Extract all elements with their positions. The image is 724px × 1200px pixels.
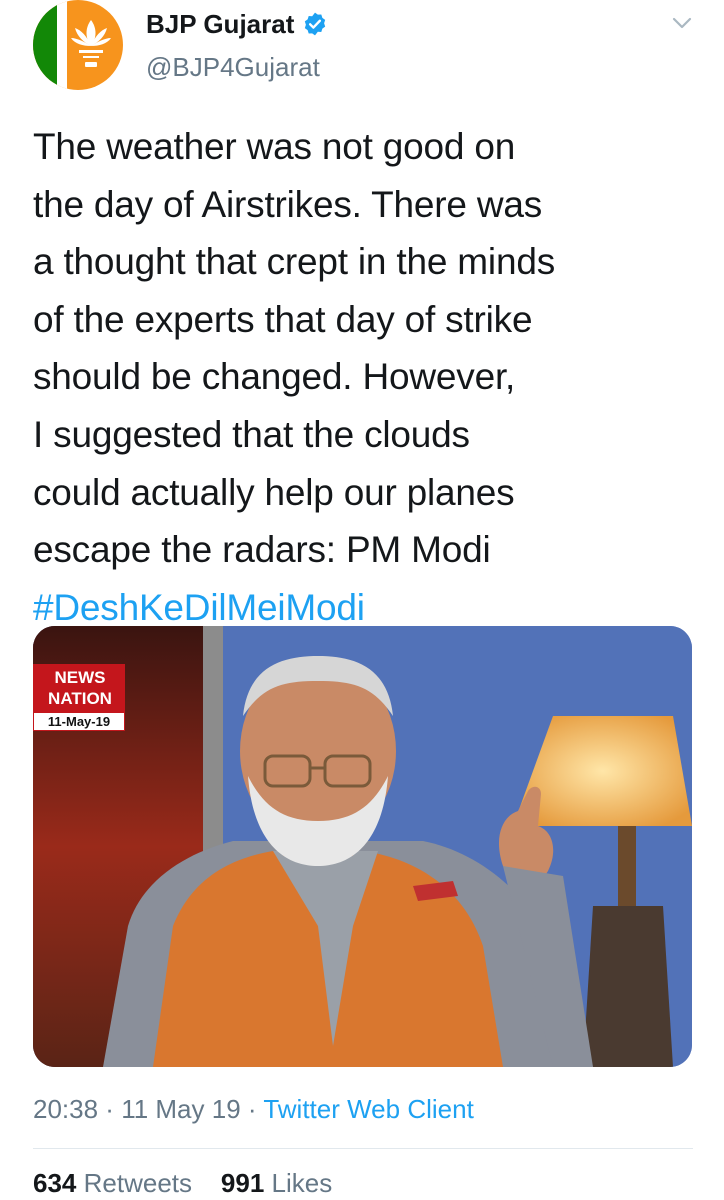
tweet-text-line: a thought that crept in the minds [33, 241, 556, 283]
divider [33, 1148, 693, 1149]
tweet-text-line: should be changed. However, [33, 356, 516, 398]
tweet-media-image[interactable]: NEWS NATION 11-May-19 [33, 626, 692, 1067]
tweet-meta: 20:38 · 11 May 19 · Twitter Web Client [33, 1094, 474, 1125]
tweet-date[interactable]: 11 May 19 [121, 1094, 240, 1124]
chevron-down-icon[interactable] [670, 14, 694, 32]
tweet-text-line: I suggested that the clouds [33, 413, 470, 455]
retweets-label: Retweets [83, 1168, 193, 1198]
broadcast-date-tag: 11-May-19 [33, 712, 125, 731]
meta-separator: · [98, 1094, 122, 1124]
lotus-logo-icon [71, 20, 111, 67]
retweet-count: 634 [33, 1168, 77, 1198]
likes-label: Likes [271, 1168, 333, 1198]
meta-separator: · [240, 1094, 264, 1124]
tweet-source-link[interactable]: Twitter Web Client [263, 1094, 473, 1124]
like-count: 991 [220, 1168, 265, 1198]
tweet-text: The weather was not good on the day of A… [33, 118, 693, 636]
tweet-stats: 634 Retweets 991 Likes [33, 1168, 332, 1199]
verified-badge-icon [305, 12, 326, 36]
display-name[interactable]: BJP Gujarat [146, 9, 294, 40]
avatar[interactable] [33, 0, 123, 90]
tweet-text-line: escape the radars: PM Modi [33, 529, 491, 571]
user-handle[interactable]: @BJP4Gujarat [146, 52, 320, 83]
tweet-time[interactable]: 20:38 [33, 1094, 98, 1124]
channel-logo-text: NEWS NATION [33, 664, 125, 712]
tweet-text-line: of the experts that day of strike [33, 298, 533, 340]
author-name-row[interactable]: BJP Gujarat [146, 6, 328, 42]
tweet-text-line: The weather was not good on [33, 126, 516, 167]
tweet-card: BJP Gujarat @BJP4Gujarat The weather was… [0, 0, 724, 1200]
tweet-text-line: could actually help our planes [33, 471, 515, 513]
likes-stat[interactable]: 991 Likes [221, 1168, 332, 1198]
tweet-text-line: the day of Airstrikes. There was [33, 183, 543, 225]
retweets-stat[interactable]: 634 Retweets [33, 1168, 192, 1198]
channel-logo: NEWS NATION 11-May-19 [33, 664, 133, 731]
